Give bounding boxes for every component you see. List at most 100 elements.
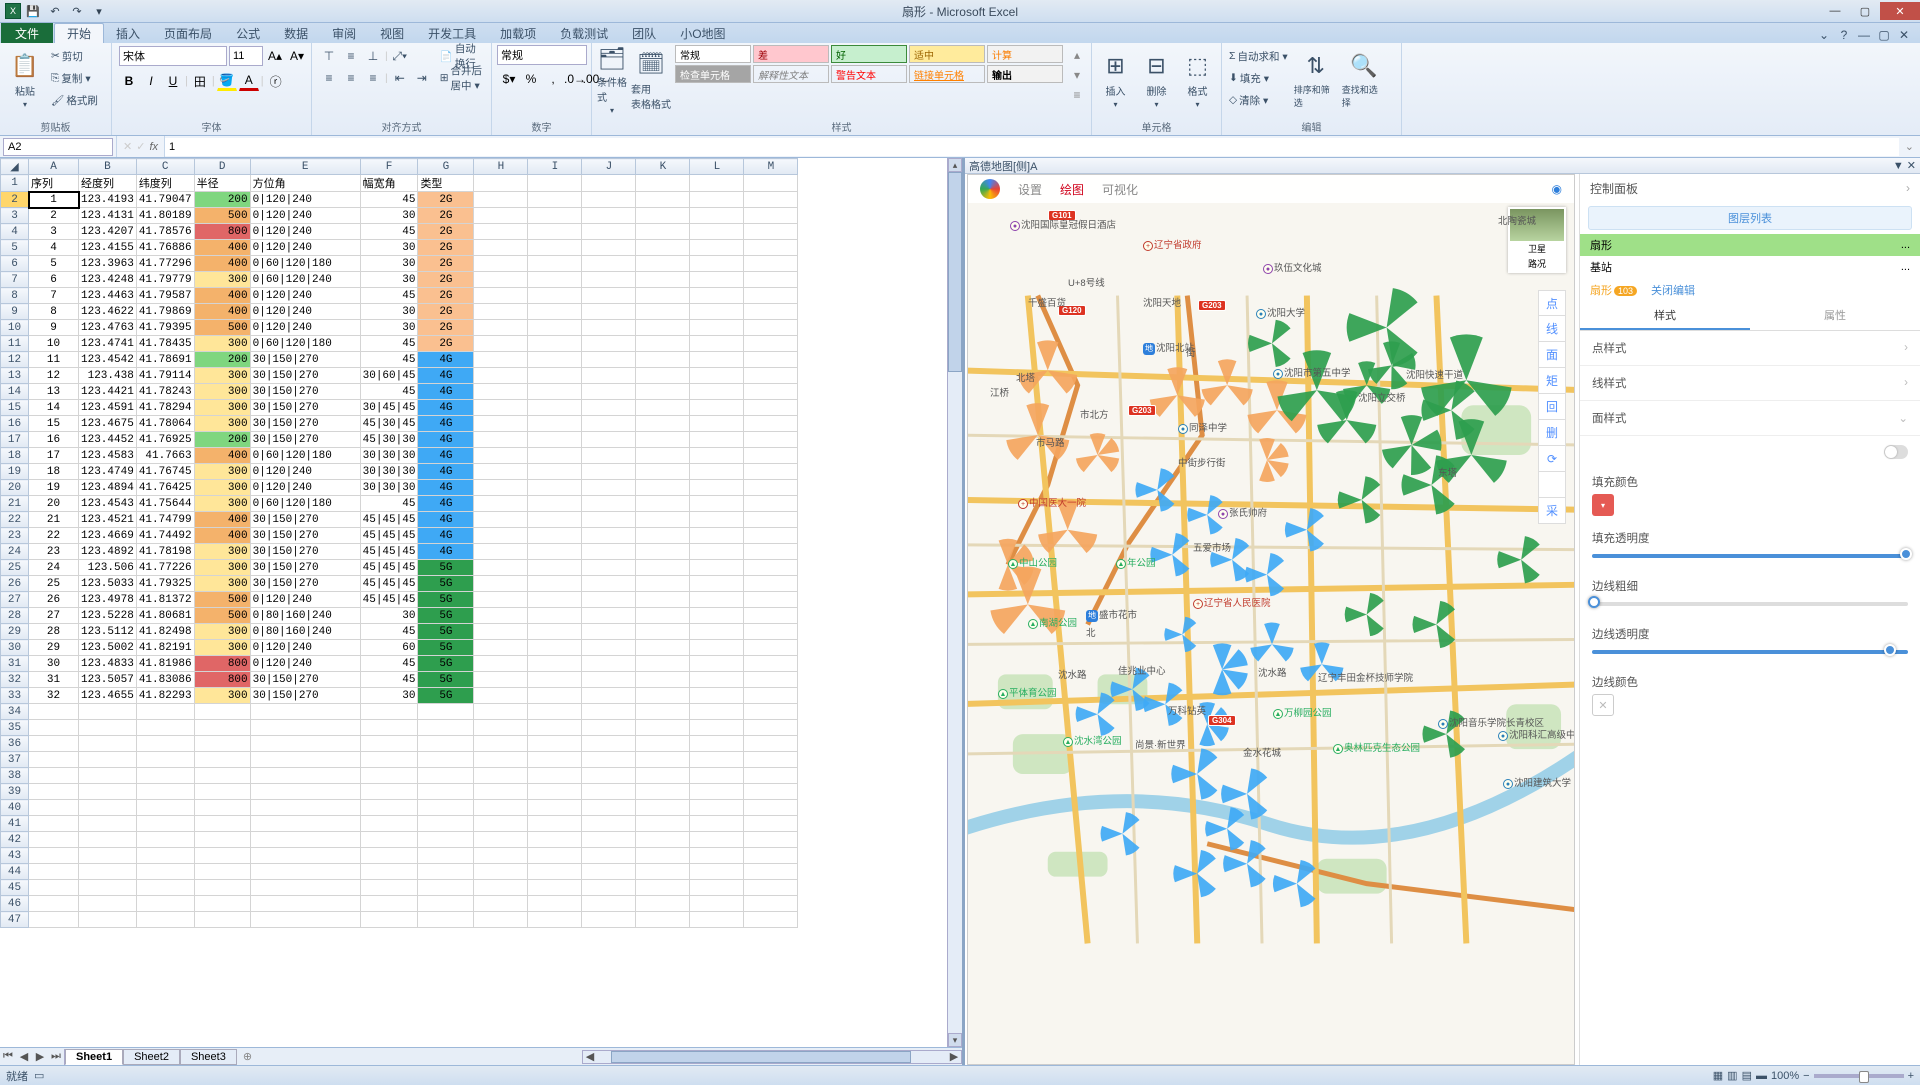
cell[interactable]: 123.4675 [79, 416, 137, 432]
cell[interactable]: 123.506 [79, 560, 137, 576]
number-format-select[interactable] [497, 45, 587, 65]
cell[interactable] [582, 368, 636, 384]
cell[interactable] [582, 896, 636, 912]
style-scroll-down-icon[interactable]: ▾ [1067, 65, 1087, 85]
sheet-grid[interactable]: ◢ABCDEFGHIJKLM1序列经度列纬度列半径方位角幅宽角类型21123.4… [0, 158, 962, 1047]
cell[interactable]: 4G [418, 384, 474, 400]
indent-decrease-icon[interactable]: ⇤ [390, 68, 410, 88]
cell[interactable]: 4G [418, 448, 474, 464]
cell[interactable] [474, 752, 528, 768]
cell[interactable] [582, 352, 636, 368]
cell[interactable] [250, 720, 360, 736]
map-logo-icon[interactable] [980, 179, 1000, 199]
cell[interactable]: 45 [360, 496, 418, 512]
align-center-icon[interactable]: ≡ [341, 68, 361, 88]
cell[interactable] [474, 624, 528, 640]
cell[interactable] [690, 224, 744, 240]
cell[interactable] [418, 912, 474, 928]
cell[interactable] [474, 560, 528, 576]
cell[interactable] [744, 304, 798, 320]
cell[interactable] [744, 912, 798, 928]
row-header-42[interactable]: 42 [1, 832, 29, 848]
merge-center-button[interactable]: ⊞ 合并后居中 ▾ [438, 67, 486, 89]
cell[interactable] [29, 864, 79, 880]
row-header-38[interactable]: 38 [1, 768, 29, 784]
cell[interactable] [690, 752, 744, 768]
cell[interactable]: 0|120|240 [250, 656, 360, 672]
cell[interactable]: 41.77226 [136, 560, 194, 576]
cell[interactable] [582, 704, 636, 720]
view-layout-icon[interactable]: ▥ [1727, 1069, 1737, 1082]
cell[interactable]: 45|45|45 [360, 528, 418, 544]
cell[interactable] [194, 848, 250, 864]
cell[interactable]: 0|120|240 [250, 192, 360, 208]
fill-opacity-slider[interactable] [1592, 554, 1908, 558]
row-header-36[interactable]: 36 [1, 736, 29, 752]
cell[interactable] [194, 736, 250, 752]
cell[interactable] [744, 352, 798, 368]
cell[interactable]: 123.4542 [79, 352, 137, 368]
row-header-47[interactable]: 47 [1, 912, 29, 928]
cell[interactable] [474, 320, 528, 336]
border-button[interactable]: 田 [190, 71, 210, 91]
cell[interactable]: 41.82498 [136, 624, 194, 640]
cell[interactable]: 123.4193 [79, 192, 137, 208]
cell[interactable] [636, 720, 690, 736]
cell[interactable] [690, 528, 744, 544]
cell[interactable] [528, 336, 582, 352]
row-header-18[interactable]: 18 [1, 448, 29, 464]
cell[interactable] [474, 240, 528, 256]
cell[interactable] [528, 608, 582, 624]
cell[interactable] [582, 592, 636, 608]
doc-close-icon[interactable]: ✕ [1896, 27, 1912, 43]
cell[interactable] [418, 704, 474, 720]
cell[interactable] [136, 736, 194, 752]
cell[interactable] [636, 384, 690, 400]
cell[interactable]: 5G [418, 576, 474, 592]
close-edit-button[interactable]: 关闭编辑 [1651, 282, 1695, 298]
cell[interactable] [744, 224, 798, 240]
cell[interactable] [636, 288, 690, 304]
cell[interactable] [744, 368, 798, 384]
cell[interactable] [136, 752, 194, 768]
horizontal-scrollbar[interactable]: ◀▶ [582, 1050, 962, 1064]
row-header-10[interactable]: 10 [1, 320, 29, 336]
zoom-level[interactable]: 100% [1771, 1070, 1799, 1082]
cell[interactable] [136, 784, 194, 800]
cell[interactable]: 30|30|30 [360, 464, 418, 480]
style-normal[interactable]: 常规 [675, 45, 751, 63]
layer-more-icon[interactable]: ... [1901, 239, 1910, 251]
cell[interactable] [744, 688, 798, 704]
cell[interactable] [690, 512, 744, 528]
cell[interactable] [582, 320, 636, 336]
cell[interactable] [636, 704, 690, 720]
cell[interactable] [690, 544, 744, 560]
cell[interactable]: 31 [29, 672, 79, 688]
row-header-25[interactable]: 25 [1, 560, 29, 576]
cell[interactable] [636, 736, 690, 752]
cell[interactable] [582, 848, 636, 864]
cell[interactable] [582, 800, 636, 816]
cell[interactable]: 200 [194, 192, 250, 208]
cell[interactable] [528, 896, 582, 912]
cell[interactable] [194, 704, 250, 720]
cell[interactable] [528, 464, 582, 480]
cell[interactable] [744, 208, 798, 224]
cell[interactable] [474, 688, 528, 704]
cell[interactable] [636, 336, 690, 352]
cell[interactable]: 序列 [29, 175, 79, 192]
cell[interactable] [582, 464, 636, 480]
row-header-21[interactable]: 21 [1, 496, 29, 512]
cell[interactable] [474, 175, 528, 192]
cell[interactable] [528, 352, 582, 368]
row-header-32[interactable]: 32 [1, 672, 29, 688]
style-good[interactable]: 好 [831, 45, 907, 63]
cell[interactable] [418, 864, 474, 880]
cell[interactable] [250, 736, 360, 752]
cell[interactable] [636, 528, 690, 544]
cell[interactable] [474, 256, 528, 272]
prop-area-style[interactable]: 面样式⌄ [1580, 401, 1920, 436]
cell[interactable] [744, 624, 798, 640]
cell[interactable]: 2G [418, 288, 474, 304]
cell[interactable] [744, 256, 798, 272]
